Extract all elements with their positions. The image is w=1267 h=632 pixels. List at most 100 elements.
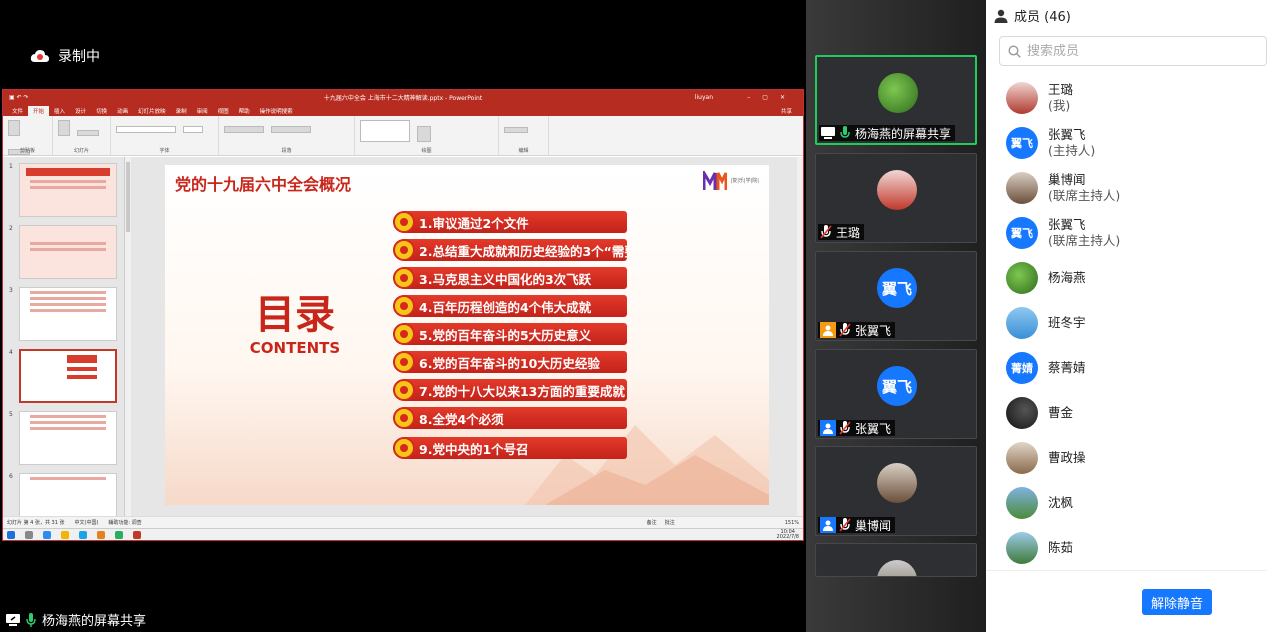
clock-date: 2022/7/8 <box>776 533 799 540</box>
video-tile[interactable]: 巢博闻 <box>815 446 977 536</box>
member-row[interactable]: 沈枫 <box>1006 483 1073 523</box>
user-photo-avatar <box>877 560 917 576</box>
video-tile[interactable]: 杨海燕的屏幕共享 <box>815 55 977 145</box>
edge-icon[interactable] <box>79 530 87 539</box>
comments-button[interactable]: 批注 <box>665 519 675 526</box>
thumbnail-row[interactable]: 4 <box>6 347 124 405</box>
language-status[interactable]: 中文(中国) <box>75 519 99 526</box>
party-emblem-icon <box>393 323 415 345</box>
video-tile[interactable] <box>815 543 977 577</box>
ribbon-group-editing: 编辑 <box>499 116 549 155</box>
office-icon[interactable] <box>97 530 105 539</box>
member-row[interactable]: 曹金 <box>1006 393 1073 433</box>
search-input[interactable] <box>1027 43 1247 59</box>
chrome-icon[interactable] <box>61 530 69 539</box>
tab-slideshow[interactable]: 幻灯片放映 <box>133 106 171 116</box>
slide-thumbnail[interactable] <box>19 225 117 279</box>
meeting-window: 录制中 ▣ ↶ ↷ 十九届六中全会 上海市十二大精神解读.pptx - Powe… <box>0 0 1267 632</box>
member-row[interactable]: 杨海燕 <box>1006 258 1086 298</box>
accessibility-status[interactable]: 辅助功能: 调查 <box>108 519 141 526</box>
thumbnail-row[interactable]: 6 <box>6 471 124 516</box>
tab-animations[interactable]: 动画 <box>112 106 133 116</box>
slide-thumbnails: 1 2 3 4 5 6 <box>3 157 125 516</box>
tab-design[interactable]: 设计 <box>70 106 91 116</box>
toc-item: 2.总结重大成就和历史经验的3个“需要” <box>393 239 627 261</box>
start-icon[interactable] <box>7 530 15 539</box>
slide-thumbnail[interactable] <box>19 473 117 516</box>
video-tile[interactable]: 翼飞 张翼飞 <box>815 251 977 341</box>
thumbnail-row[interactable]: 1 <box>6 161 124 219</box>
tab-insert[interactable]: 插入 <box>49 106 70 116</box>
logo-mark-icon <box>702 167 728 191</box>
search-icon[interactable] <box>25 530 33 539</box>
toc-item-label: 3.马克思主义中国化的3次飞跃 <box>419 271 592 287</box>
member-row[interactable]: 翼飞 张翼飞 (主持人) <box>1006 123 1095 163</box>
share-status-bar: 杨海燕的屏幕共享 <box>6 610 146 629</box>
thumbnail-row[interactable]: 3 <box>6 285 124 343</box>
party-emblem-icon <box>393 437 415 459</box>
slide-thumbnail[interactable] <box>19 287 117 341</box>
mic-muted-icon <box>820 225 832 239</box>
video-tile[interactable]: 翼飞 张翼飞 <box>815 349 977 439</box>
member-row[interactable]: 曹政操 <box>1006 438 1086 478</box>
toc-item: 1.审议通过2个文件 <box>393 211 627 233</box>
thumbnail-row[interactable]: 2 <box>6 223 124 281</box>
toc-item-label: 8.全党4个必须 <box>419 411 504 427</box>
arrange-icon[interactable] <box>417 126 432 142</box>
member-row[interactable]: 班冬宇 <box>1006 303 1086 343</box>
participant-name: 王璐 <box>836 225 861 240</box>
paste-icon[interactable] <box>8 120 20 136</box>
ppt-user[interactable]: liuyan <box>695 94 713 101</box>
slide-thumbnail-selected[interactable] <box>19 349 117 403</box>
tab-view[interactable]: 视图 <box>213 106 234 116</box>
member-row[interactable]: 陈茹 <box>1006 528 1073 568</box>
find-icon[interactable] <box>504 127 528 133</box>
members-footer: 解除静音 <box>986 570 1267 632</box>
tell-me-search[interactable]: 操作说明搜索 <box>255 106 298 116</box>
tab-review[interactable]: 审阅 <box>192 106 213 116</box>
ppt-share-button[interactable]: 共享 <box>776 106 797 116</box>
slide-thumbnail[interactable] <box>19 163 117 217</box>
ribbon-group-slides: 幻灯片 <box>53 116 111 155</box>
mail-icon[interactable] <box>43 530 51 539</box>
shapes-gallery[interactable] <box>360 120 410 142</box>
thumbnail-scrollbar[interactable] <box>125 157 131 516</box>
slide-canvas[interactable]: 党的十九届六中全会概况 |复|乐|学|院| 目录 CONTENTS 1.审议通过… <box>165 165 769 505</box>
video-tile-label: 张翼飞 <box>818 420 896 436</box>
landscape-avatar <box>1006 532 1038 564</box>
tab-help[interactable]: 帮助 <box>234 106 255 116</box>
font-name-select[interactable] <box>116 126 176 133</box>
thumbnail-row[interactable]: 5 <box>6 409 124 467</box>
font-size-select[interactable] <box>183 126 204 133</box>
list-icon[interactable] <box>224 126 264 133</box>
mic-on-icon <box>26 612 36 627</box>
video-tile[interactable]: 王璐 <box>815 153 977 243</box>
member-row[interactable]: 巢博闻 (联席主持人) <box>1006 168 1120 208</box>
member-row[interactable]: 王璐 (我) <box>1006 78 1073 118</box>
powerpoint-icon[interactable] <box>133 530 141 539</box>
new-slide-icon[interactable] <box>58 120 70 136</box>
toc-item: 9.党中央的1个号召 <box>393 437 627 459</box>
slide-scrollbar[interactable] <box>797 157 803 516</box>
slide-thumbnail[interactable] <box>19 411 117 465</box>
window-controls-icon[interactable]: –▢✕ <box>747 94 797 101</box>
toc-item-label: 5.党的百年奋斗的5大历史意义 <box>419 327 592 343</box>
toc-item-label: 7.党的十八大以来13方面的重要成就 <box>419 383 625 399</box>
tab-home[interactable]: 开始 <box>28 106 50 116</box>
member-search[interactable] <box>999 36 1267 66</box>
zoom-level[interactable]: 151% <box>785 520 799 526</box>
tab-record[interactable]: 录制 <box>171 106 192 116</box>
dark-avatar <box>1006 397 1038 429</box>
tab-transitions[interactable]: 切换 <box>91 106 112 116</box>
tab-file[interactable]: 文件 <box>7 106 28 116</box>
member-row[interactable]: 翼飞 张翼飞 (联席主持人) <box>1006 213 1120 253</box>
unmute-button[interactable]: 解除静音 <box>1142 589 1212 615</box>
app-icon[interactable] <box>115 530 123 539</box>
notes-button[interactable]: 备注 <box>647 519 657 526</box>
party-emblem-icon <box>393 351 415 373</box>
initials-avatar: 翼飞 <box>1006 217 1038 249</box>
member-row[interactable]: 菁婧 蔡菁婧 <box>1006 348 1086 388</box>
align-icon[interactable] <box>271 126 312 133</box>
toc-item-label: 4.百年历程创造的4个伟大成就 <box>419 299 592 315</box>
layout-icon[interactable] <box>77 130 100 136</box>
